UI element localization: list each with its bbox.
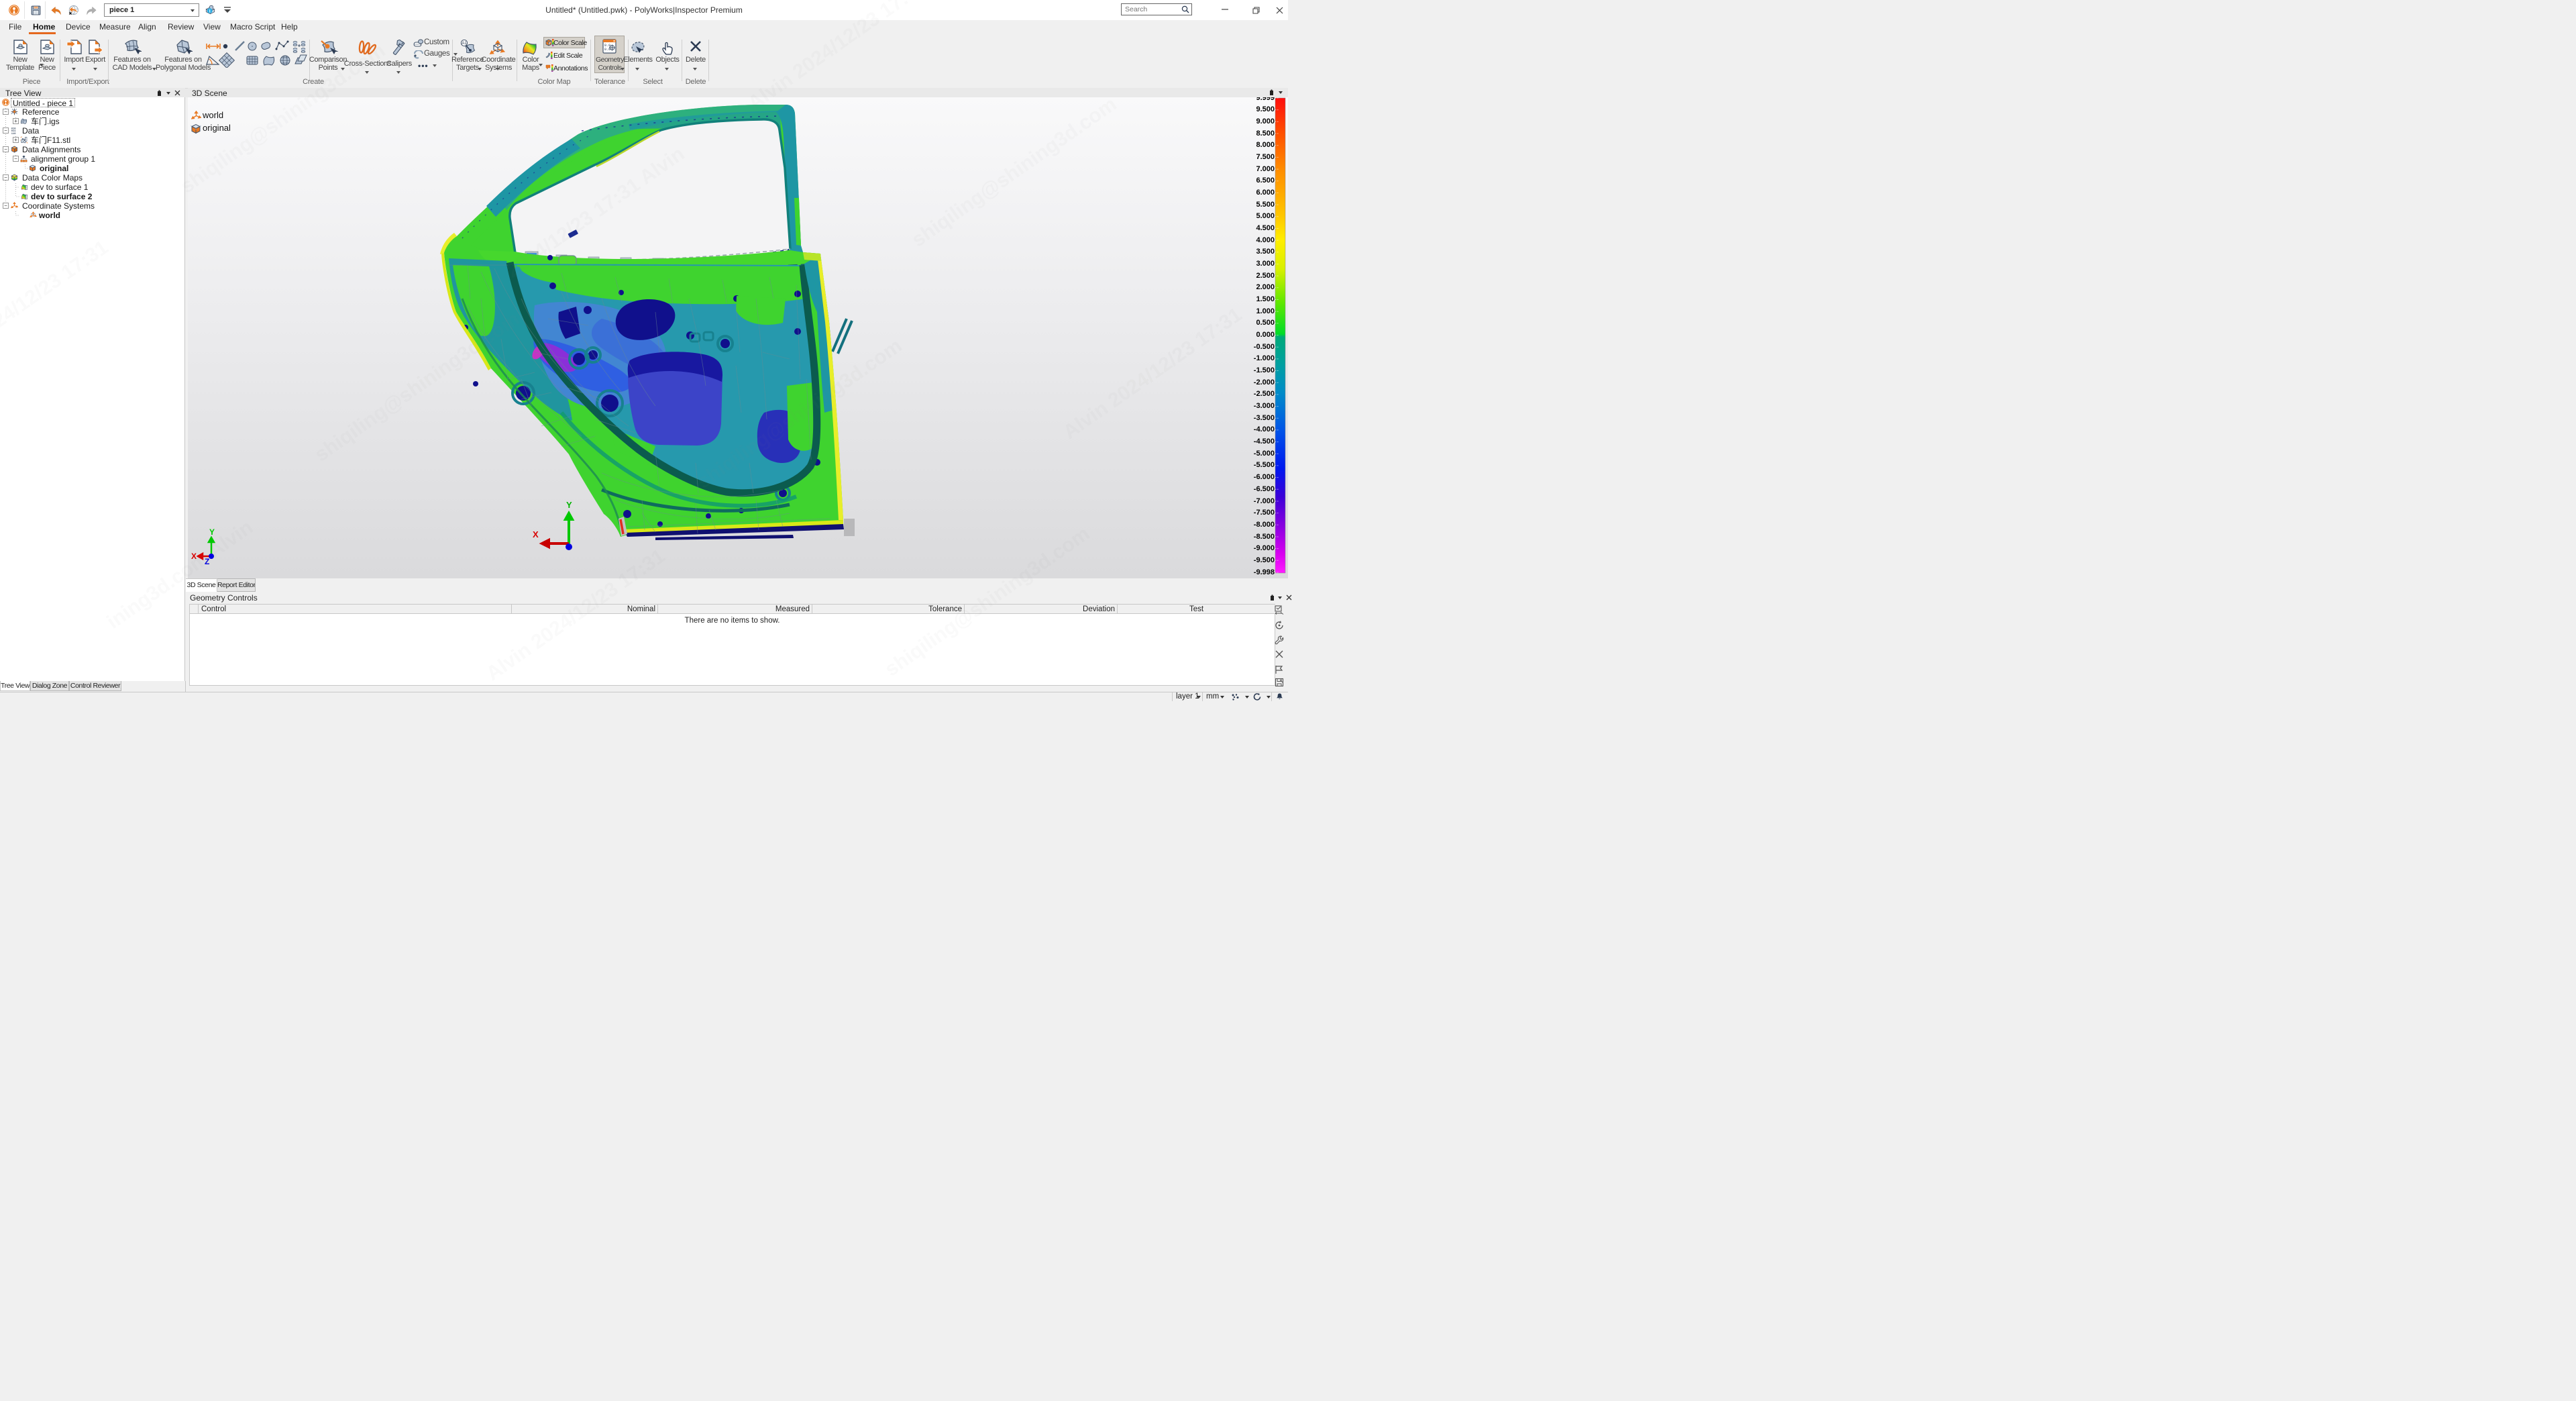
svg-text:i: i	[209, 9, 211, 14]
svg-text:Y: Y	[566, 500, 572, 510]
svg-text:X: X	[533, 529, 539, 539]
svg-text:Z: Z	[205, 557, 209, 566]
svg-text:X: X	[191, 552, 197, 561]
svg-text:0.0: 0.0	[604, 48, 610, 52]
svg-text:Y: Y	[209, 527, 215, 537]
svg-text:A1: A1	[462, 42, 467, 46]
svg-text:110: 110	[11, 133, 17, 134]
